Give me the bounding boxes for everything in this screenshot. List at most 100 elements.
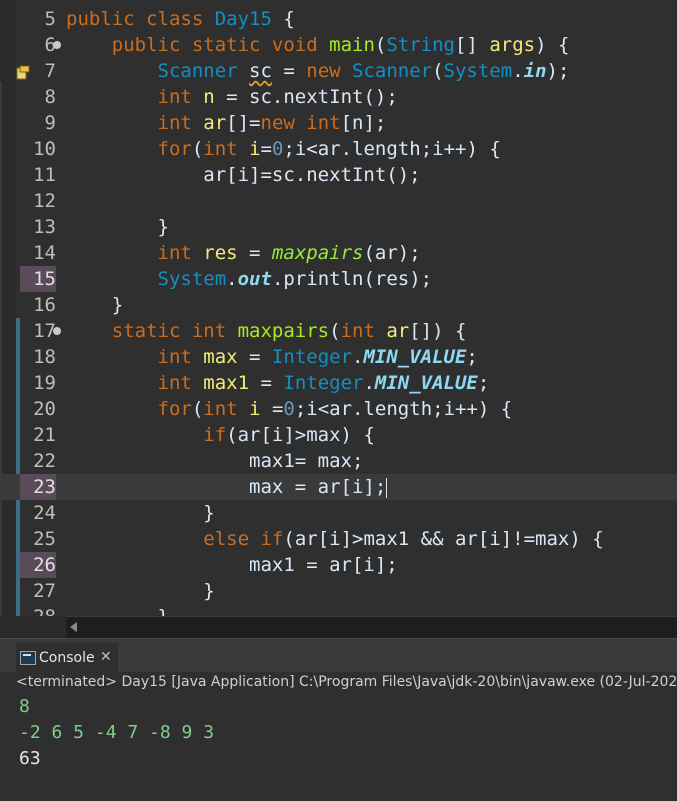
code-text: max = ar[i]; xyxy=(66,474,388,500)
code-token: (ar[i]>max) { xyxy=(226,424,375,446)
code-line[interactable]: 27 } xyxy=(0,578,677,604)
line-number: 21 xyxy=(33,424,56,446)
line-number: 13 xyxy=(33,216,56,238)
code-line[interactable]: 26 max1 = ar[i]; xyxy=(0,552,677,578)
code-token: n xyxy=(203,86,215,108)
line-number: 5 xyxy=(44,8,56,30)
code-line[interactable]: 19 int max1 = Integer.MIN_VALUE; xyxy=(0,370,677,396)
code-editor[interactable]: 5 public class Day15 {6 public static voi… xyxy=(0,0,677,616)
code-line[interactable]: 8 int n = sc.nextInt(); xyxy=(0,84,677,110)
code-text: } xyxy=(66,500,215,526)
code-line[interactable]: 11 ar[i]=sc.nextInt(); xyxy=(0,162,677,188)
code-token: int xyxy=(306,112,341,134)
code-token: ar[i]=sc.nextInt(); xyxy=(66,164,421,186)
code-token: = xyxy=(271,60,307,82)
code-text: public class Day15 { xyxy=(66,6,295,32)
code-token: max xyxy=(203,346,238,368)
code-token: max1 = ar[i]; xyxy=(66,554,398,576)
code-token: for xyxy=(157,138,192,160)
code-token: } xyxy=(66,502,215,524)
code-token: (ar); xyxy=(363,242,421,264)
code-token: 0 xyxy=(271,138,284,160)
code-text: max1= max; xyxy=(66,448,363,474)
code-line[interactable]: 22 max1= max; xyxy=(0,448,677,474)
code-token: maxpairs xyxy=(271,242,364,264)
code-token: max1= max; xyxy=(66,450,364,472)
fold-toggle-icon[interactable] xyxy=(53,327,61,335)
code-line[interactable]: 5 public class Day15 { xyxy=(0,6,677,32)
code-line[interactable]: 12 xyxy=(0,188,677,214)
code-line[interactable]: 6 public static void main(String[] args)… xyxy=(0,32,677,58)
code-token: args xyxy=(489,34,536,56)
code-token: MIN_VALUE xyxy=(374,372,478,394)
code-text: Scanner sc = new Scanner(System.in); xyxy=(66,58,570,84)
code-text: } xyxy=(66,214,169,240)
code-token: max1 xyxy=(203,372,250,394)
code-text: } xyxy=(66,292,123,318)
code-token: MIN_VALUE xyxy=(363,346,467,368)
code-token: []) { xyxy=(409,320,467,342)
line-number: 15 xyxy=(20,266,56,292)
code-line[interactable]: 16 } xyxy=(0,292,677,318)
code-line[interactable]: 15 System.out.println(res); xyxy=(0,266,677,292)
code-token: ) { xyxy=(535,34,570,56)
code-token: int xyxy=(157,346,204,368)
code-text: int res = maxpairs(ar); xyxy=(66,240,421,266)
code-text: for(int i=0;i<ar.length;i++) { xyxy=(66,136,501,162)
code-token: . xyxy=(352,346,364,368)
line-number: 10 xyxy=(33,138,56,160)
close-icon[interactable]: ✕ xyxy=(100,649,112,665)
line-number: 24 xyxy=(33,502,56,524)
code-token: (ar[i]>max1 && ar[i]!=max) { xyxy=(283,528,604,550)
code-token: ; xyxy=(466,346,478,368)
line-number: 16 xyxy=(33,294,56,316)
code-token: public xyxy=(111,34,192,56)
code-line[interactable]: 28 } xyxy=(0,604,677,616)
code-token: public xyxy=(66,8,147,30)
code-text: int ar[]=new int[n]; xyxy=(66,110,387,136)
code-line[interactable]: 23 max = ar[i]; xyxy=(0,474,677,500)
code-token: []= xyxy=(226,112,261,134)
console-status: <terminated> Day15 [Java Application] C:… xyxy=(16,674,677,690)
tab-console[interactable]: Console ✕ xyxy=(16,643,118,673)
warning-icon[interactable] xyxy=(16,62,30,80)
code-line[interactable]: 7 Scanner sc = new Scanner(System.in); xyxy=(0,58,677,84)
code-token: . xyxy=(512,60,524,82)
code-token: main xyxy=(329,34,375,56)
code-token: static xyxy=(191,34,272,56)
code-token: { xyxy=(271,8,295,30)
code-token: . xyxy=(271,268,284,290)
code-token: int xyxy=(203,398,250,420)
code-token: . xyxy=(226,268,238,290)
code-line[interactable]: 18 int max = Integer.MIN_VALUE; xyxy=(0,344,677,370)
line-number: 23 xyxy=(20,474,56,500)
fold-toggle-icon[interactable] xyxy=(53,41,61,49)
code-token: for xyxy=(157,398,192,420)
console-tab-bar: Console ✕ xyxy=(0,638,677,673)
code-token: } xyxy=(66,216,169,238)
code-line[interactable]: 25 else if(ar[i]>max1 && ar[i]!=max) { xyxy=(0,526,677,552)
horizontal-scrollbar[interactable] xyxy=(66,616,677,639)
line-number: 19 xyxy=(33,372,56,394)
code-text: for(int i =0;i<ar.length;i++) { xyxy=(66,396,513,422)
code-line[interactable]: 13 } xyxy=(0,214,677,240)
code-line[interactable]: 10 for(int i=0;i<ar.length;i++) { xyxy=(0,136,677,162)
code-token: int xyxy=(157,86,204,108)
code-line[interactable]: 21 if(ar[i]>max) { xyxy=(0,422,677,448)
code-token: Integer xyxy=(283,372,364,394)
code-text: int n = sc.nextInt(); xyxy=(66,84,398,110)
code-line[interactable]: 17 static int maxpairs(int ar[]) { xyxy=(0,318,677,344)
code-line[interactable]: 14 int res = maxpairs(ar); xyxy=(0,240,677,266)
code-text: int max = Integer.MIN_VALUE; xyxy=(66,344,478,370)
code-line[interactable]: 20 for(int i =0;i<ar.length;i++) { xyxy=(0,396,677,422)
code-line[interactable]: 24 } xyxy=(0,500,677,526)
code-token: out xyxy=(237,268,272,290)
scroll-left-icon[interactable] xyxy=(70,622,77,632)
code-token: = xyxy=(260,138,272,160)
code-line[interactable]: 9 int ar[]=new int[n]; xyxy=(0,110,677,136)
